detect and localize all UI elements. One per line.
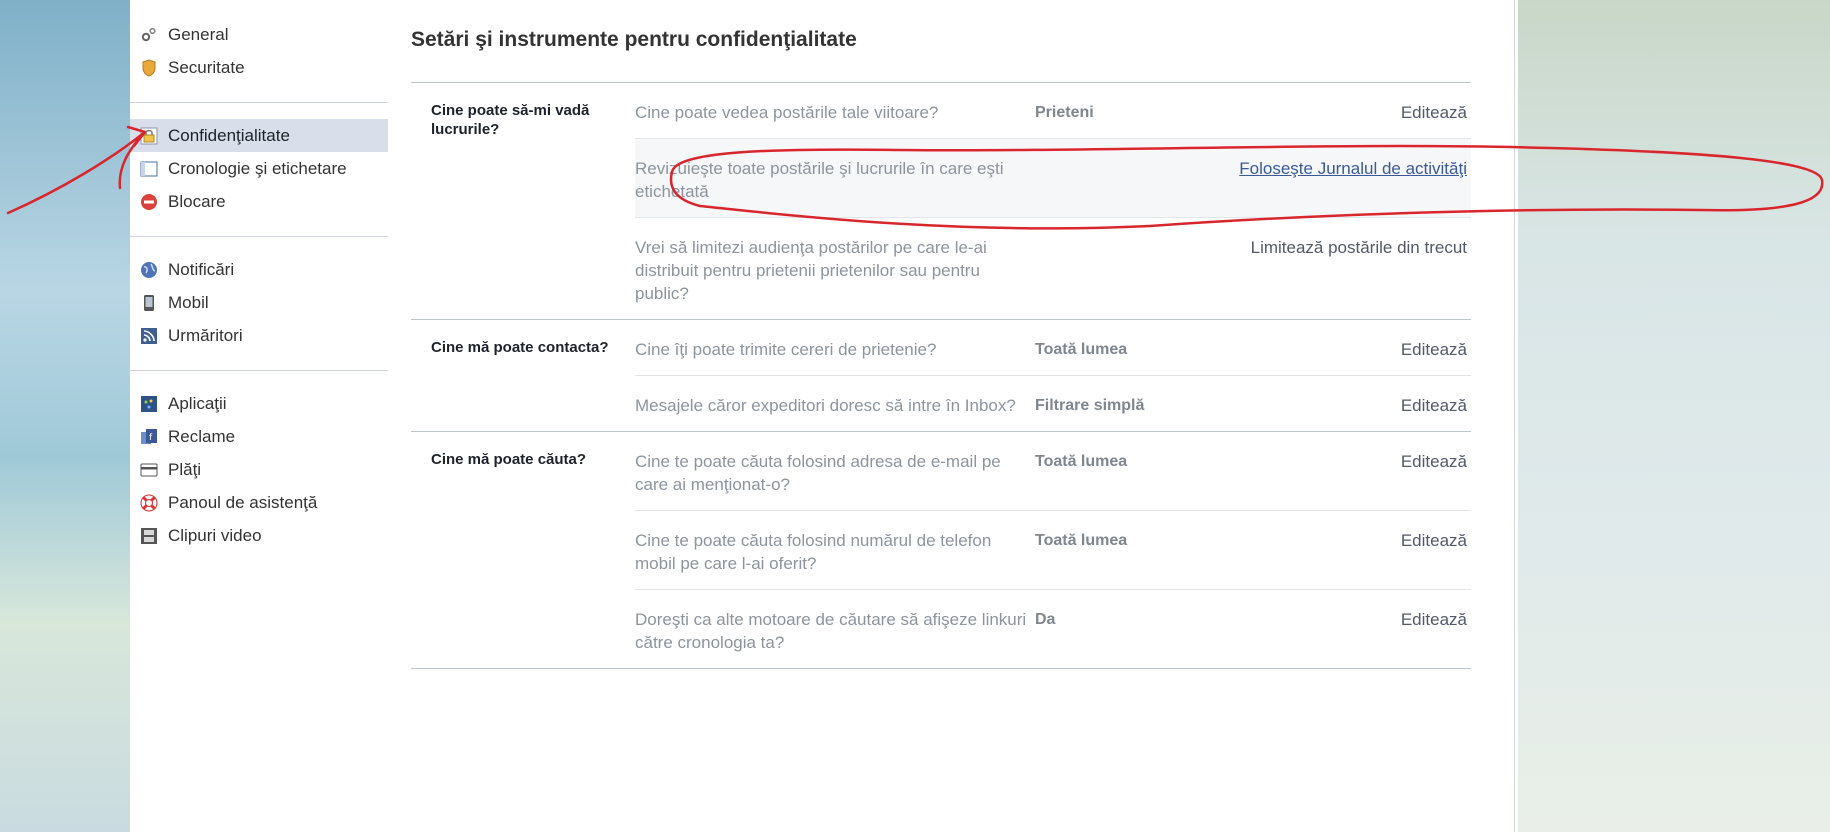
sidebar-item-urmaritori[interactable]: Urmăritori [130,319,388,352]
setting-question: Vrei să limitezi audienţa postărilor pe … [635,238,987,303]
sidebar-item-panoul-de-asistenta[interactable]: Panoul de asistenţă [130,486,388,519]
section-label: Cine poate să-mi vadă lucrurile? [431,102,590,138]
setting-value: Toată lumea [1035,532,1128,549]
edit-button[interactable]: Editează [1195,608,1471,654]
setting-row: Cine te poate căuta folosind numărul de … [635,511,1471,590]
sidebar-item-label: General [168,24,229,44]
shield-icon [140,58,158,77]
mobile-icon [140,294,158,312]
ads-icon: f [140,428,158,446]
sidebar-separator [130,236,388,237]
setting-question: Mesajele căror expeditori doresc să intr… [635,396,1016,415]
sidebar-item-label: Panoul de asistenţă [168,492,318,512]
section-rows: Cine poate vedea postările tale viitoare… [635,83,1471,319]
setting-value: Toată lumea [1035,453,1128,470]
sidebar-group: Confidenţialitate Cronologie şi etichetar… [130,119,388,228]
page-title: Setări şi instrumente pentru confidenţia… [411,28,857,51]
setting-row: Revizuieşte toate postările şi lucrurile… [635,139,1471,218]
rss-icon [140,327,158,345]
setting-question: Cine te poate căuta folosind numărul de … [635,531,992,573]
sidebar-item-mobil[interactable]: Mobil [130,286,388,319]
edit-button[interactable]: Editează [1195,394,1471,417]
privacy-settings-table: Cine poate să-mi vadă lucrurile? Cine poa… [411,82,1471,669]
sidebar-item-label: Clipuri video [168,525,262,545]
setting-question: Cine poate vedea postările tale viitoare… [635,103,939,122]
sidebar-item-label: Cronologie şi etichetare [168,158,347,178]
edit-button[interactable]: Editează [1195,338,1471,361]
edit-button[interactable]: Editează [1195,101,1471,124]
section-label: Cine mă poate contacta? [431,339,609,356]
setting-row: Cine poate vedea postările tale viitoare… [635,83,1471,139]
sidebar-group: General Securitate [130,18,388,94]
globe-icon [140,261,158,279]
settings-section: Cine mă poate căuta? Cine te poate căuta … [411,432,1471,669]
sidebar-item-plati[interactable]: Plăţi [130,453,388,486]
sidebar-item-label: Aplicaţii [168,393,227,413]
setting-question: Revizuieşte toate postările şi lucrurile… [635,159,1004,201]
sidebar-item-label: Urmăritori [168,325,243,345]
block-icon [140,193,158,211]
sidebar-group: Notificări Mobil Urmăritori [130,253,388,362]
sidebar-item-label: Mobil [168,292,209,312]
settings-section: Cine poate să-mi vadă lucrurile? Cine poa… [411,83,1471,320]
sidebar-item-securitate[interactable]: Securitate [130,51,388,84]
sidebar-item-blocare[interactable]: Blocare [130,185,388,218]
setting-value: Prieteni [1035,104,1094,121]
film-icon [140,527,158,545]
setting-row: Cine te poate căuta folosind adresa de e… [635,432,1471,511]
sidebar-item-label: Notificări [168,259,235,279]
setting-row: Doreşti ca alte motoare de căutare să af… [635,590,1471,668]
background-left [0,0,130,832]
activity-log-link[interactable]: Foloseşte Jurnalul de activităţi [1035,157,1471,203]
setting-value: Da [1035,611,1056,628]
sidebar-group: Aplicaţii f Reclame Plăţi Panoul de asistenţ… [130,387,388,562]
lifebuoy-icon [140,494,158,512]
settings-page: General Securitate Confidenţialitate Cronol… [130,0,1518,832]
card-icon [140,461,158,479]
edit-button[interactable]: Editează [1195,450,1471,496]
sidebar-separator [130,370,388,371]
setting-value: Toată lumea [1035,341,1128,358]
apps-icon [140,395,158,413]
sidebar-item-label: Plăţi [168,459,202,479]
setting-row: Cine îţi poate trimite cereri de prieten… [635,320,1471,376]
setting-value: Filtrare simplă [1035,397,1145,414]
setting-question: Doreşti ca alte motoare de căutare să af… [635,610,1027,652]
sidebar-item-reclame[interactable]: f Reclame [130,420,388,453]
settings-section: Cine mă poate contacta? Cine îţi poate tr… [411,320,1471,432]
setting-question: Cine te poate căuta folosind adresa de e… [635,452,1001,494]
sidebar-item-label: Confidenţialitate [168,125,290,145]
background-right [1518,0,1830,832]
sidebar-item-notificari[interactable]: Notificări [130,253,388,286]
sidebar-item-label: Reclame [168,426,236,446]
sidebar-item-aplicatii[interactable]: Aplicaţii [130,387,388,420]
limit-past-posts-link[interactable]: Limitează postările din trecut [1035,236,1471,305]
section-rows: Cine îţi poate trimite cereri de prieten… [635,320,1471,431]
gears-icon [140,26,158,44]
sidebar-item-clipuri-video[interactable]: Clipuri video [130,519,388,552]
sidebar-item-cronologie-si-etichetare[interactable]: Cronologie şi etichetare [130,152,388,185]
edit-button[interactable]: Editează [1195,529,1471,575]
setting-row: Mesajele căror expeditori doresc să intr… [635,376,1471,431]
section-label: Cine mă poate căuta? [431,451,587,468]
lock-icon [140,127,158,145]
content-right-border [1514,0,1515,832]
setting-row: Vrei să limitezi audienţa postărilor pe … [635,218,1471,319]
sidebar-item-label: Securitate [168,57,245,77]
sidebar-item-general[interactable]: General [130,18,388,51]
settings-sidebar: General Securitate Confidenţialitate Cronol… [130,18,388,562]
setting-question: Cine îţi poate trimite cereri de prieten… [635,340,937,359]
timeline-icon [140,160,158,178]
section-rows: Cine te poate căuta folosind adresa de e… [635,432,1471,668]
sidebar-item-label: Blocare [168,191,226,211]
sidebar-item-confidentialitate[interactable]: Confidenţialitate [130,119,388,152]
sidebar-separator [130,102,388,103]
